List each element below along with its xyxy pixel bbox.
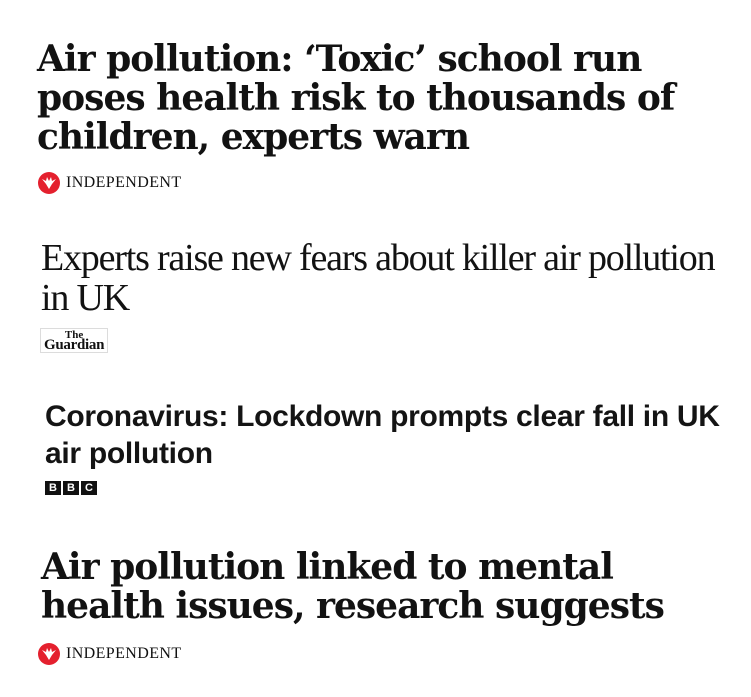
article-2: Experts raise new fears about killer air… xyxy=(41,238,731,318)
source-label-4: INDEPENDENT xyxy=(66,645,182,662)
guardian-logo: The Guardian xyxy=(40,325,751,353)
independent-logo-1: INDEPENDENT xyxy=(38,172,751,194)
bbc-logo: B B C xyxy=(45,481,751,495)
headline-1[interactable]: Air pollution: ‘Toxic’ school run poses … xyxy=(37,40,737,157)
headline-4[interactable]: Air pollution linked to mental health is… xyxy=(41,548,741,626)
headline-3[interactable]: Coronavirus: Lockdown prompts clear fall… xyxy=(45,398,735,472)
bbc-logo-letter-3: C xyxy=(81,481,97,495)
bbc-logo-letter-2: B xyxy=(63,481,79,495)
eagle-icon xyxy=(38,172,60,194)
article-3: Coronavirus: Lockdown prompts clear fall… xyxy=(45,398,735,472)
article-1: Air pollution: ‘Toxic’ school run poses … xyxy=(37,40,737,157)
headline-2[interactable]: Experts raise new fears about killer air… xyxy=(41,238,731,318)
eagle-icon xyxy=(38,643,60,665)
guardian-logo-name: Guardian xyxy=(44,337,105,353)
article-4: Air pollution linked to mental health is… xyxy=(41,548,741,626)
independent-logo-2: INDEPENDENT xyxy=(38,643,751,665)
bbc-logo-letter-1: B xyxy=(45,481,61,495)
source-label-1: INDEPENDENT xyxy=(66,174,182,191)
